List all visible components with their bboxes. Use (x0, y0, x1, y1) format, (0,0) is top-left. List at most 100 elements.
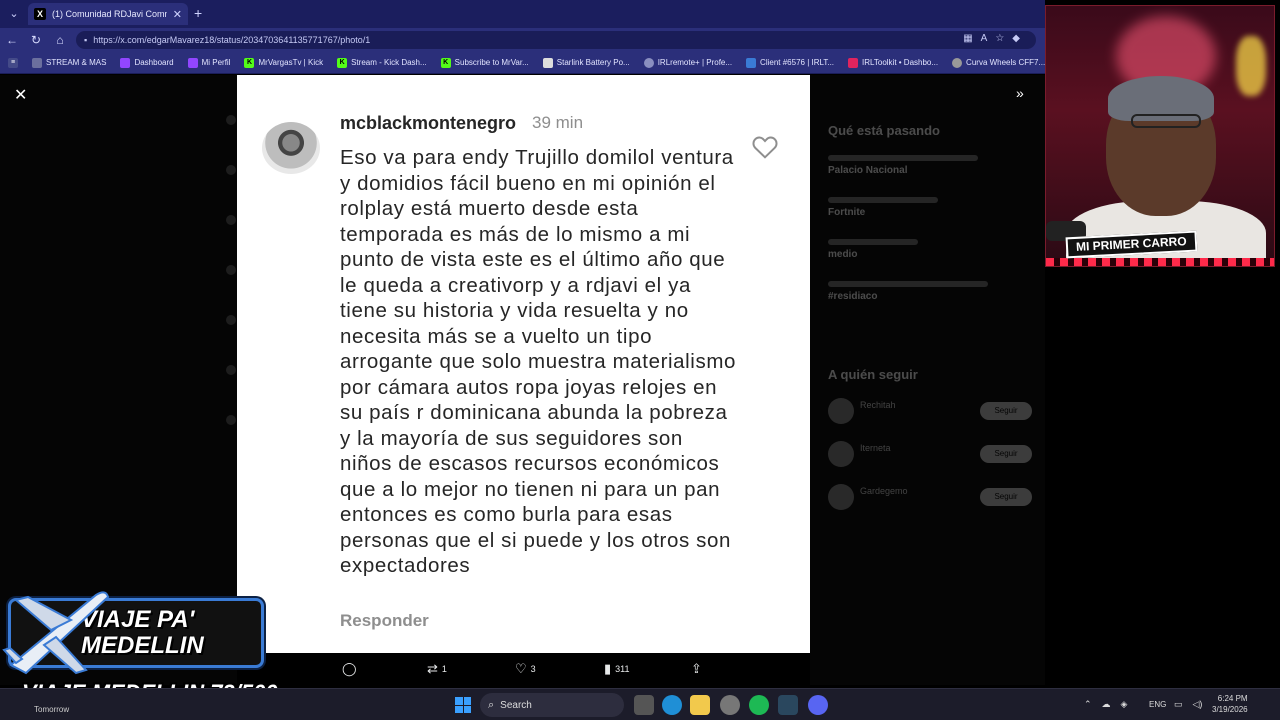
follow-button[interactable]: Seguir (980, 488, 1032, 506)
edge-icon[interactable] (662, 695, 682, 715)
kick-icon: K (244, 57, 255, 68)
right-sidebar: Qué está pasando Palacio Nacional Fortni… (812, 75, 1045, 685)
avatar (828, 484, 854, 510)
airplane-icon (2, 591, 110, 675)
follow-suggestion[interactable]: Gardegemo Seguir (828, 484, 1038, 512)
banana-lamp-image (1236, 36, 1266, 96)
bookmark-item[interactable]: Client #6576 | IRLT... (746, 57, 834, 68)
trend-item[interactable]: Palacio Nacional (828, 165, 907, 176)
comment-username: mcblackmontenegro (340, 113, 517, 133)
follow-name: Iterneta (860, 443, 891, 453)
tab-title: (1) Comunidad RDJavi Community (52, 9, 167, 19)
ipm-icon (746, 57, 757, 68)
globe-icon (643, 57, 654, 68)
system-tray-right: ▭ ◁) (1174, 699, 1202, 710)
avatar (828, 398, 854, 424)
nav-dot-icon[interactable] (226, 415, 236, 425)
trend-item[interactable]: #residiaco (828, 291, 877, 302)
share-button[interactable]: ⇪ (691, 661, 702, 677)
follow-suggestion[interactable]: Rechitah Seguir (828, 398, 1038, 426)
url-field[interactable]: ▪ https://x.com/edgarMavarez18/status/20… (76, 31, 1036, 49)
x-logo-icon: X (34, 8, 46, 20)
nav-dot-icon[interactable] (226, 165, 236, 175)
follow-suggestion[interactable]: Iterneta Seguir (828, 441, 1038, 469)
taskbar-search[interactable]: ⌕ Search (480, 693, 624, 717)
nav-dot-icon[interactable] (226, 115, 236, 125)
view-count: 311 (615, 664, 630, 674)
back-arrow-icon[interactable]: ← (4, 32, 20, 48)
weather-widget[interactable]: Tomorrow (34, 705, 69, 714)
address-bar-row: ← ↻ ⌂ ▪ https://x.com/edgarMavarez18/sta… (0, 28, 1045, 52)
taskbar-clock[interactable]: 6:24 PM 3/19/2026 (1212, 693, 1248, 715)
trending-heading: Qué está pasando (828, 123, 940, 138)
onedrive-icon[interactable]: ☁ (1102, 699, 1111, 710)
url-text: https://x.com/edgarMavarez18/status/2034… (93, 35, 371, 45)
language-indicator[interactable]: ENG (1149, 700, 1166, 709)
network-icon[interactable]: ◈ (1121, 699, 1128, 710)
spotify-icon[interactable] (749, 695, 769, 715)
page-icon (542, 57, 553, 68)
twitch-icon (120, 57, 131, 68)
heart-icon (752, 136, 778, 159)
file-explorer-icon[interactable] (690, 695, 710, 715)
new-tab-icon[interactable]: + (194, 5, 202, 21)
tab-actions-icon[interactable]: ⌄ (6, 6, 22, 22)
folder-icon (32, 57, 42, 68)
browser-tab[interactable]: X (1) Comunidad RDJavi Community ✕ (28, 3, 188, 25)
bookmark-item[interactable]: Mi Perfil (187, 57, 230, 68)
reply-button[interactable]: ◯ (342, 661, 357, 677)
nav-dot-icon[interactable] (226, 215, 236, 225)
bookmark-item[interactable]: Starlink Battery Po... (542, 57, 630, 68)
windows-start-icon[interactable] (455, 697, 471, 713)
follow-name: Rechitah (860, 400, 896, 410)
who-to-follow-heading: A quién seguir (828, 367, 918, 382)
home-icon[interactable]: ⌂ (52, 32, 68, 48)
follow-button[interactable]: Seguir (980, 445, 1032, 463)
chrome-icon[interactable] (720, 695, 740, 715)
clock-time: 6:24 PM (1217, 694, 1248, 703)
nav-dot-icon[interactable] (226, 365, 236, 375)
trend-item[interactable]: medio (828, 249, 857, 260)
bookmarks-menu-icon[interactable]: ≡ (8, 57, 18, 68)
trend-meta (828, 197, 938, 203)
comment-text: Eso va para endy Trujillo domilol ventur… (340, 146, 736, 577)
nav-dot-icon[interactable] (226, 315, 236, 325)
photo-viewer: ✕ » Qué está pasando Palacio Nacional Fo… (0, 75, 1045, 685)
steam-icon[interactable] (778, 695, 798, 715)
avatar (828, 441, 854, 467)
irl-icon (848, 57, 859, 68)
chevron-up-icon[interactable]: ⌃ (1084, 699, 1092, 710)
repost-button[interactable]: ⇄ 1 (427, 661, 447, 677)
views-icon: ▮ (604, 661, 612, 676)
views-button[interactable]: ▮ 311 (604, 661, 630, 677)
bookmark-item[interactable]: K MrVargasTv | Kick (244, 57, 323, 68)
bookmark-item[interactable]: STREAM & MAS (32, 57, 106, 68)
bookmark-item[interactable]: IRLToolkit • Dashbo... (848, 57, 938, 68)
follow-button[interactable]: Seguir (980, 402, 1032, 420)
bookmarks-bar: ≡ STREAM & MAS Dashboard Mi Perfil K MrVa… (0, 52, 1045, 74)
follow-name: Gardegemo (860, 486, 908, 496)
trend-item[interactable]: Fortnite (828, 207, 865, 218)
post-action-bar: ◯ ⇄ 1 ♡ 3 ▮ 311 ⇪ (237, 653, 810, 685)
monitor-icon[interactable]: ▭ (1174, 699, 1183, 710)
comment-screenshot: mcblackmontenegro 39 min Eso va para end… (237, 75, 810, 653)
address-bar-actions-icon[interactable]: ▦A☆◆ (963, 33, 1028, 44)
bookmark-item[interactable]: IRLremote+ | Profe... (643, 57, 732, 68)
reply-icon: ◯ (342, 661, 357, 676)
bookmark-item[interactable]: Curva Wheels CFF7... (952, 57, 1045, 68)
trend-meta (828, 239, 918, 245)
close-tab-icon[interactable]: ✕ (173, 8, 182, 21)
discord-icon[interactable] (808, 695, 828, 715)
bookmark-item[interactable]: Dashboard (120, 57, 174, 68)
refresh-icon[interactable]: ↻ (28, 32, 44, 48)
bookmark-item[interactable]: K Subscribe to MrVar... (440, 57, 529, 68)
volume-icon[interactable]: ◁) (1193, 699, 1203, 710)
led-strip (1046, 258, 1274, 266)
webcam-overlay: MI PRIMER CARRO (1045, 5, 1275, 267)
nav-dot-icon[interactable] (226, 265, 236, 275)
clock-date: 3/19/2026 (1212, 705, 1248, 714)
comment-time: 39 min (532, 113, 584, 132)
like-button[interactable]: ♡ 3 (515, 661, 536, 677)
bookmark-item[interactable]: K Stream - Kick Dash... (337, 57, 427, 68)
task-view-icon[interactable] (634, 695, 654, 715)
